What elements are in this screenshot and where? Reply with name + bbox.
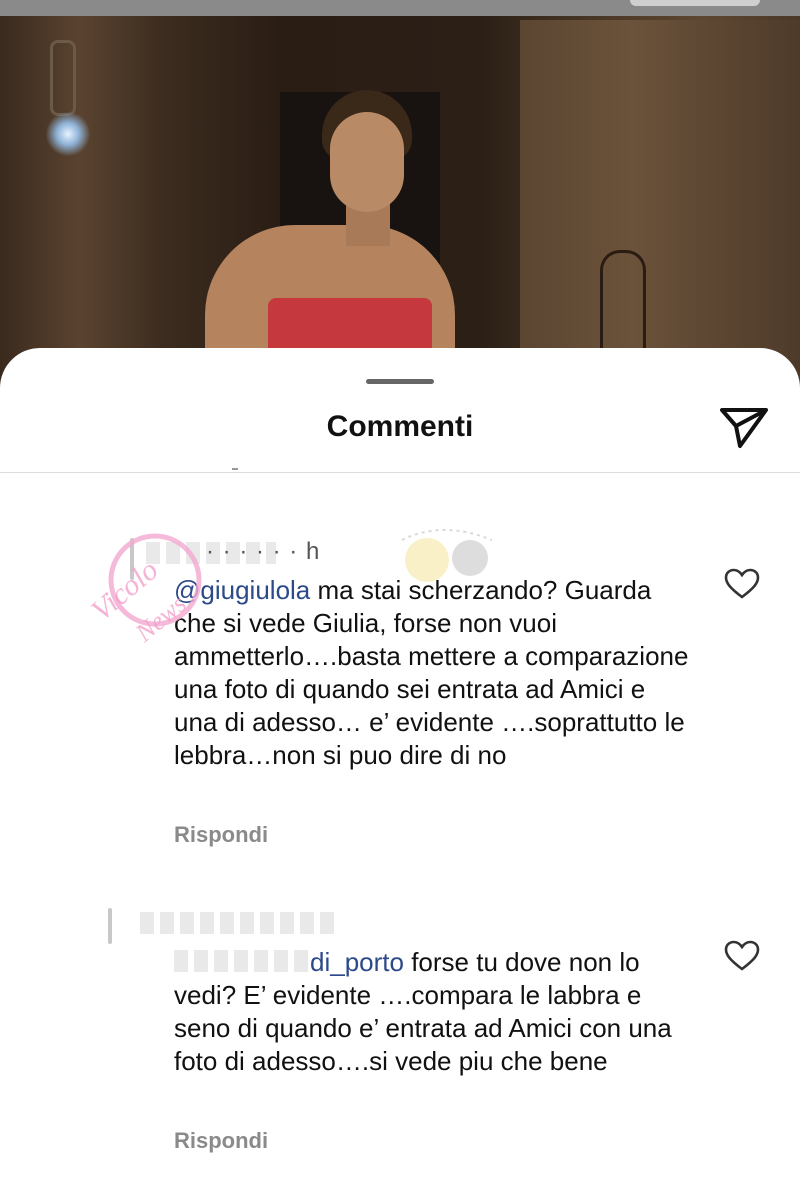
comments-sheet: Commenti · · · · · · h @giugiulola ma st… bbox=[0, 348, 800, 1200]
reply-button[interactable]: Rispondi bbox=[174, 822, 268, 848]
comment-text: di_porto forse tu dove non lo vedi? E’ e… bbox=[174, 946, 694, 1078]
heart-icon[interactable] bbox=[724, 940, 760, 972]
url-pill bbox=[630, 0, 760, 6]
redacted-username bbox=[140, 912, 336, 934]
comment-mention[interactable]: di_porto bbox=[310, 947, 404, 977]
watermark-characters bbox=[401, 529, 493, 582]
avatar[interactable] bbox=[108, 908, 112, 944]
status-bar bbox=[0, 0, 800, 16]
send-icon[interactable] bbox=[718, 404, 770, 450]
comment-body: forse tu dove non lo vedi? E’ evidente …… bbox=[174, 947, 672, 1076]
divider-dash bbox=[232, 468, 238, 470]
reply-button[interactable]: Rispondi bbox=[174, 1128, 268, 1154]
watermark-logo: Vicolo News bbox=[85, 533, 202, 648]
lamp-bracket bbox=[50, 40, 76, 116]
heart-icon[interactable] bbox=[724, 568, 760, 600]
header-divider bbox=[0, 472, 800, 473]
wall-lamp bbox=[46, 112, 90, 156]
photo-wall bbox=[520, 20, 800, 360]
comment-text: @giugiulola ma stai scherzando? Guarda c… bbox=[174, 574, 694, 772]
photo-railing bbox=[600, 250, 646, 353]
sheet-drag-handle[interactable] bbox=[366, 379, 434, 384]
person-face bbox=[330, 112, 404, 212]
sheet-title: Commenti bbox=[326, 410, 474, 443]
